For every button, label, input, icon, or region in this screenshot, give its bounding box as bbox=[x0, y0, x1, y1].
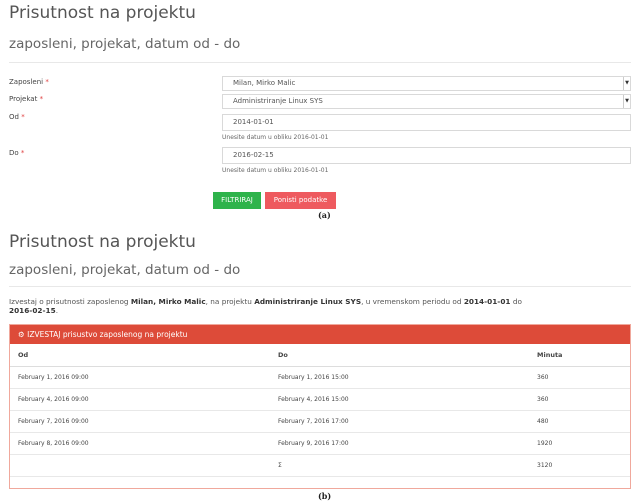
table-cell: 360 bbox=[536, 388, 630, 411]
table-row: February 8, 2016 09:00 February 9, 2016 … bbox=[10, 432, 630, 455]
table-cell: February 7, 2016 09:00 bbox=[10, 410, 277, 433]
table-cell: 1920 bbox=[536, 432, 630, 455]
table-cell: February 1, 2016 09:00 bbox=[10, 366, 277, 389]
filter-button[interactable]: FILTRIRAJ bbox=[213, 192, 261, 209]
project-label: Projekat * bbox=[9, 95, 44, 103]
report-panel-header: ⚙ IZVESTAJ prisustvo zaposlenog na proje… bbox=[10, 325, 630, 344]
from-date-input[interactable]: 2014-01-01 bbox=[222, 114, 631, 131]
table-cell: 480 bbox=[536, 410, 630, 433]
table-cell: February 4, 2016 09:00 bbox=[10, 388, 277, 411]
from-date-label: Od * bbox=[9, 113, 25, 121]
total-row: Σ 3120 bbox=[10, 454, 630, 477]
total-value: 3120 bbox=[536, 454, 630, 477]
form-page-title: Prisutnost na projektu bbox=[9, 3, 196, 23]
project-select[interactable]: Administriranje Linux SYS ▼ bbox=[222, 94, 631, 109]
reset-button[interactable]: Ponisti podatke bbox=[265, 192, 336, 209]
report-summary: Izvestaj o prisutnosti zaposlenog Milan,… bbox=[9, 297, 522, 315]
table-cell: February 8, 2016 09:00 bbox=[10, 432, 277, 455]
chevron-down-icon: ▼ bbox=[623, 95, 630, 108]
column-header: Minuta bbox=[536, 344, 630, 367]
table-row: February 4, 2016 09:00 February 4, 2016 … bbox=[10, 388, 630, 411]
table-cell: February 1, 2016 15:00 bbox=[277, 366, 536, 389]
report-table: Od Do Minuta February 1, 2016 09:00 Febr… bbox=[10, 344, 630, 477]
report-panel: ⚙ IZVESTAJ prisustvo zaposlenog na proje… bbox=[9, 324, 631, 489]
to-date-input[interactable]: 2016-02-15 bbox=[222, 147, 631, 164]
to-date-hint: Unesite datum u obliku 2016-01-01 bbox=[222, 167, 329, 174]
table-cell: February 9, 2016 17:00 bbox=[277, 432, 536, 455]
table-row: February 7, 2016 09:00 February 7, 2016 … bbox=[10, 410, 630, 433]
table-cell: 360 bbox=[536, 366, 630, 389]
table-row: February 1, 2016 09:00 February 1, 2016 … bbox=[10, 366, 630, 389]
employee-select[interactable]: Milan, Mirko Malic ▼ bbox=[222, 76, 631, 91]
report-panel-title: IZVESTAJ prisustvo zaposlenog na projekt… bbox=[27, 330, 188, 339]
table-cell: February 4, 2016 15:00 bbox=[277, 388, 536, 411]
from-date-hint: Unesite datum u obliku 2016-01-01 bbox=[222, 134, 329, 141]
total-symbol: Σ bbox=[277, 454, 536, 477]
column-header: Do bbox=[277, 344, 536, 367]
table-cell: February 7, 2016 17:00 bbox=[277, 410, 536, 433]
figure-caption-b: (b) bbox=[318, 491, 332, 501]
employee-label: Zaposleni * bbox=[9, 78, 49, 86]
chevron-down-icon: ▼ bbox=[623, 77, 630, 90]
form-page-subtitle: zaposleni, projekat, datum od - do bbox=[9, 36, 241, 52]
figure-caption-a: (a) bbox=[318, 210, 331, 220]
table-header-row: Od Do Minuta bbox=[10, 344, 630, 367]
report-page-title: Prisutnost na projektu bbox=[9, 232, 196, 252]
column-header: Od bbox=[10, 344, 277, 367]
report-page-subtitle: zaposleni, projekat, datum od - do bbox=[9, 262, 241, 278]
divider bbox=[9, 286, 631, 287]
divider bbox=[9, 62, 631, 63]
to-date-label: Do * bbox=[9, 149, 25, 157]
cogs-icon: ⚙ bbox=[18, 330, 25, 339]
